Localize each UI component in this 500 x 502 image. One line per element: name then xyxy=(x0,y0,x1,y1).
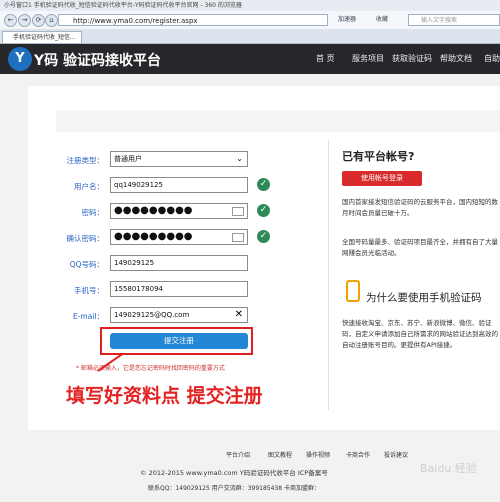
phone-input[interactable]: 15580178094 xyxy=(110,281,248,297)
column-divider xyxy=(328,140,329,410)
accelerator-button[interactable]: 加速器 xyxy=(338,14,356,26)
password-input[interactable]: ●●●●●●●●● xyxy=(110,203,248,219)
forward-icon[interactable]: → xyxy=(18,14,31,27)
label-password: 密码： xyxy=(81,208,105,217)
home-icon[interactable]: ⌂ xyxy=(45,14,58,27)
watermark-text: Baidu 经验 xyxy=(420,462,477,475)
browser-title-bar: 小号窗口1 手机验证码代收_短信验证码代收平台-Y码验证码代收平台官网 - 36… xyxy=(0,0,500,11)
nav-self[interactable]: 自助 xyxy=(484,53,500,64)
copyright-text: © 2012-2015 www.yma0.com Y码验证码代收平台 ICP备案… xyxy=(140,469,328,477)
label-confirm-password: 确认密码： xyxy=(66,234,105,243)
keyboard-icon[interactable] xyxy=(232,207,244,216)
stats-paragraph: 全国号码量最多、验证码项目最齐全，并拥有自了大量网赚会员光临活动。 xyxy=(342,238,498,257)
label-email: E-mail： xyxy=(72,312,104,321)
username-input[interactable]: qq149029125 xyxy=(110,177,248,193)
tab-strip: 手机验证码代收_短信... xyxy=(0,29,500,44)
clear-icon[interactable]: ✕ xyxy=(235,308,243,322)
footer-link-complaint[interactable]: 投诉建议 xyxy=(384,450,408,459)
email-value: 149029125@QQ.com xyxy=(114,311,190,319)
logo-icon[interactable]: Y xyxy=(8,47,32,71)
submit-button[interactable]: 提交注册 xyxy=(110,333,248,349)
tab-register[interactable]: 手机验证码代收_短信... xyxy=(2,31,82,43)
reg-type-select[interactable]: 普通用户 ⌄ xyxy=(110,151,248,167)
logo-text[interactable]: Y码 验证码接收平台 xyxy=(34,50,161,70)
intro-paragraph: 国内首家接发短信验证码的云服务平台，国内短短的数月时间会员量已破十万。 xyxy=(342,198,498,217)
label-username: 用户名： xyxy=(74,182,104,191)
password-value: ●●●●●●●●● xyxy=(114,205,193,216)
search-input[interactable]: 输入文字搜索 xyxy=(408,14,500,26)
why-paragraph: 快速接收淘宝、京东、苏宁、新浪微博、微信、验证码，自定义申请添加自己所需求的网站… xyxy=(342,319,498,349)
address-row: ← → ⟳ ⌂ http://www.yma0.com/register.asp… xyxy=(0,11,500,30)
annotation-text: 填写好资料点 提交注册 xyxy=(66,385,263,407)
phone-icon xyxy=(346,280,360,302)
confirm-password-input[interactable]: ●●●●●●●●● xyxy=(110,229,248,245)
login-button[interactable]: 使用帐号登录 xyxy=(342,171,422,186)
label-reg-type: 注册类型： xyxy=(66,156,105,165)
reg-type-value: 普通用户 xyxy=(114,155,142,163)
qq-input[interactable]: 149029125 xyxy=(110,255,248,271)
check-icon: ✓ xyxy=(257,178,270,191)
card-top-bar xyxy=(56,110,500,132)
chevron-down-icon: ⌄ xyxy=(236,154,243,163)
label-phone: 手机号： xyxy=(74,286,104,295)
keyboard-icon[interactable] xyxy=(232,233,244,242)
favorites-button[interactable]: 收藏 xyxy=(376,14,388,26)
nav-get-code[interactable]: 获取验证码 xyxy=(392,53,432,64)
refresh-icon[interactable]: ⟳ xyxy=(32,14,45,27)
nav-home[interactable]: 首 页 xyxy=(316,53,335,64)
label-qq: QQ号码： xyxy=(69,260,104,269)
site-header: Y Y码 验证码接收平台 首 页 服务项目 获取验证码 帮助文档 自助 xyxy=(0,44,500,74)
nav-services[interactable]: 服务项目 xyxy=(352,53,384,64)
why-heading: 为什么要使用手机验证码 xyxy=(366,292,482,304)
footer-link-intro[interactable]: 平台介绍 xyxy=(226,450,250,459)
confirm-password-value: ●●●●●●●●● xyxy=(114,231,193,242)
check-icon: ✓ xyxy=(257,230,270,243)
check-icon: ✓ xyxy=(257,204,270,217)
nav-help[interactable]: 帮助文档 xyxy=(440,53,472,64)
existing-account-heading: 已有平台帐号? xyxy=(342,150,415,163)
footer-link-video[interactable]: 操作视频 xyxy=(306,450,330,459)
contact-text: 联系QQ：149029125 用户交流群：399185438 卡商加盟群： xyxy=(148,485,320,492)
url-input[interactable]: http://www.yma0.com/register.aspx xyxy=(58,14,328,26)
footer-link-tutorial[interactable]: 图文教程 xyxy=(268,450,292,459)
footer-link-partner[interactable]: 卡商合作 xyxy=(346,450,370,459)
back-icon[interactable]: ← xyxy=(4,14,17,27)
email-input[interactable]: 149029125@QQ.com ✕ xyxy=(110,307,248,323)
